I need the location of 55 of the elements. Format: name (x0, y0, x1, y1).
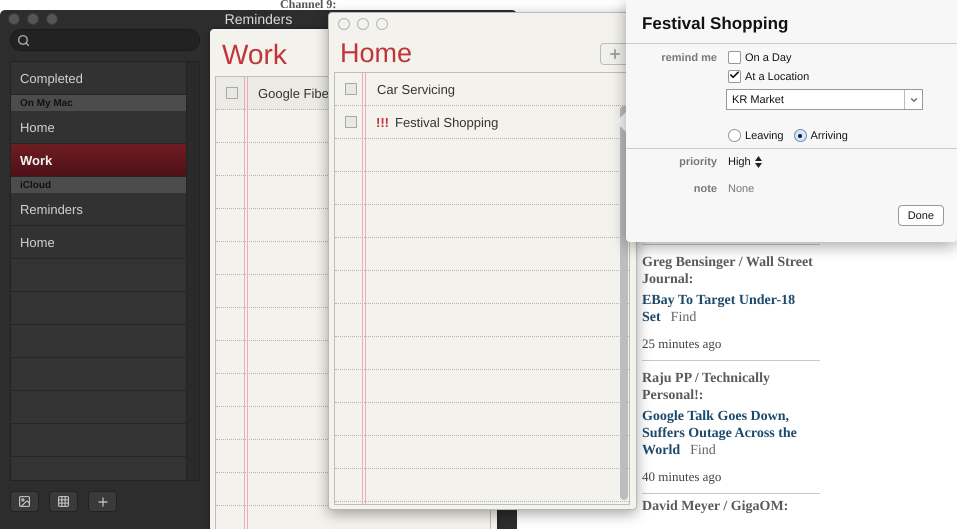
zoom-button[interactable] (376, 18, 388, 30)
find-link[interactable]: Find (690, 443, 716, 458)
option-label: Leaving (745, 130, 784, 142)
note-value: None (728, 183, 756, 195)
minimize-button[interactable] (357, 18, 369, 30)
checkbox[interactable] (226, 87, 238, 99)
news-time: 25 minutes ago (642, 336, 722, 352)
field-label: remind me (660, 52, 717, 64)
picture-icon (18, 495, 31, 508)
checkbox[interactable] (345, 116, 357, 128)
done-button[interactable]: Done (898, 205, 944, 226)
stepper-icon (754, 156, 762, 168)
show-button[interactable] (10, 491, 39, 512)
priority-mark: !!! (376, 114, 389, 130)
news-source-heading: Channel 9: (280, 0, 336, 10)
reminder-title: Google Fibe (258, 86, 329, 100)
location-combo-box[interactable]: KR Market (726, 89, 923, 110)
plus-icon (96, 494, 110, 508)
reminder-title: Car Servicing (377, 82, 456, 96)
list-title: Home (339, 38, 412, 69)
news-author: Greg Bensinger / Wall Street Journal: (642, 254, 814, 288)
checkbox[interactable] (728, 70, 741, 83)
headline-link[interactable]: EBay To Target Under-18 Set Find (642, 292, 820, 326)
close-button[interactable] (8, 13, 20, 25)
option-label: At a Location (745, 70, 810, 82)
news-time: 40 minutes ago (642, 469, 722, 485)
field-label: note (692, 183, 717, 195)
news-author: Raju PP / Technically Personal!: (642, 370, 771, 404)
sidebar-item[interactable]: Work (11, 144, 186, 177)
close-button[interactable] (338, 18, 350, 30)
option-label: Arriving (810, 130, 848, 142)
list-title: Work (222, 39, 287, 71)
section-header: iCloud (11, 177, 186, 193)
plus-icon (608, 46, 622, 60)
checkbox[interactable] (345, 83, 357, 95)
window-title: Reminders (224, 11, 292, 27)
grid-icon (57, 495, 70, 508)
section-header: On My Mac (11, 95, 186, 111)
add-list-button[interactable] (88, 491, 117, 512)
reminder-title: Festival Shopping (395, 114, 498, 130)
search-field[interactable] (10, 29, 200, 51)
search-icon (17, 34, 30, 46)
headline-link[interactable]: Google Talk Goes Down, Suffers Outage Across the World Find (642, 408, 820, 459)
radio-button[interactable] (728, 129, 741, 142)
option-label: On a Day (745, 52, 792, 64)
minimize-button[interactable] (27, 13, 39, 25)
news-author: David Meyer / GigaOM: (642, 498, 790, 515)
checkbox[interactable] (728, 51, 741, 64)
priority-selector[interactable]: High (728, 156, 957, 168)
zoom-button[interactable] (46, 13, 58, 25)
find-link[interactable]: Find (670, 310, 696, 325)
calendar-button[interactable] (49, 491, 78, 512)
field-label: priority (678, 156, 717, 168)
popover-title: Festival Shopping (626, 0, 957, 44)
radio-button[interactable] (794, 129, 807, 142)
